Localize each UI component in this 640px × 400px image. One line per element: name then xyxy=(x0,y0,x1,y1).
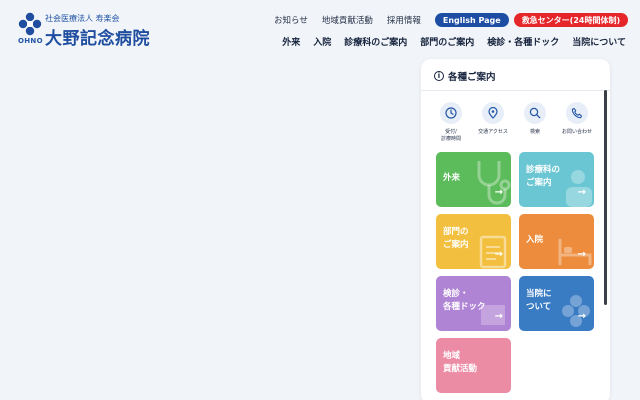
main-nav: 外来 入院 診療科のご案内 部門のご案内 検診・各種ドック 当院について xyxy=(269,35,626,48)
tile-label: 当院に ついて xyxy=(526,289,552,312)
logo-english: OHNO xyxy=(18,37,43,45)
nav-checkup[interactable]: 検診・各種ドック xyxy=(487,35,559,48)
logo-corporation: 社会医療法人 寿楽会 xyxy=(45,14,120,23)
nav-inpatient[interactable]: 入院 xyxy=(313,35,331,48)
logo-mark-icon xyxy=(18,12,42,36)
arrow-right-icon: → xyxy=(494,311,503,322)
stethoscope-icon xyxy=(477,161,511,205)
tile-community[interactable]: 地域 貢献活動 xyxy=(436,338,511,393)
logo-hospital-name: 大野記念病院 xyxy=(45,29,150,49)
tile-label: 検診・ 各種ドック xyxy=(443,289,486,312)
bed-icon xyxy=(558,239,592,265)
nav-departments[interactable]: 診療科のご案内 xyxy=(344,35,407,48)
tile-label: 地域 貢献活動 xyxy=(443,351,478,374)
nav-outpatient[interactable]: 外来 xyxy=(282,35,300,48)
panel-scrollbar[interactable] xyxy=(604,90,607,305)
hospital-logo[interactable]: OHNO 社会医療法人 寿楽会 大野記念病院 xyxy=(18,12,158,52)
phone-icon xyxy=(566,102,588,124)
english-page-button[interactable]: English Page xyxy=(434,13,509,27)
quick-link-label: お問い合わせ xyxy=(561,129,592,135)
tile-checkup[interactable]: 検診・ 各種ドック → xyxy=(436,276,511,331)
tile-label: 外来 xyxy=(443,173,461,183)
quick-link-access[interactable]: 交通アクセス xyxy=(473,102,513,142)
news-link[interactable]: お知らせ xyxy=(274,14,308,26)
quick-link-label: 受付/ 診療時間 xyxy=(440,129,461,142)
search-icon xyxy=(524,102,546,124)
quick-links: 受付/ 診療時間 交通アクセス 検索 お問い合わせ xyxy=(431,102,597,142)
arrow-right-icon: → xyxy=(577,187,586,198)
quick-link-label: 検索 xyxy=(529,129,540,135)
guide-panel: i 各種ご案内 受付/ 診療時間 交通アクセス 検索 お問い合わせ 外来 → 診… xyxy=(421,59,610,400)
panel-divider xyxy=(421,90,610,91)
tile-inpatient[interactable]: 入院 → xyxy=(519,214,594,269)
recruit-link[interactable]: 採用情報 xyxy=(387,14,421,26)
tile-divisions[interactable]: 部門の ご案内 → xyxy=(436,214,511,269)
arrow-right-icon: → xyxy=(494,187,503,198)
info-icon: i xyxy=(434,71,444,81)
quick-link-hours[interactable]: 受付/ 診療時間 xyxy=(431,102,471,142)
tile-about[interactable]: 当院に ついて → xyxy=(519,276,594,331)
community-link[interactable]: 地域貢献活動 xyxy=(322,14,373,26)
doctor-icon xyxy=(566,170,592,207)
tile-label: 入院 xyxy=(526,235,544,245)
panel-title: 各種ご案内 xyxy=(448,72,496,83)
panel-header: i 各種ご案内 xyxy=(434,69,496,83)
quick-link-search[interactable]: 検索 xyxy=(515,102,555,142)
tile-departments[interactable]: 診療科の ご案内 → xyxy=(519,152,594,207)
logo-watermark-icon xyxy=(562,295,590,327)
clock-icon xyxy=(440,102,462,124)
emergency-center-button[interactable]: 救急センター(24時間体制) xyxy=(513,13,629,27)
arrow-right-icon: → xyxy=(494,249,503,260)
tile-label: 部門の ご案内 xyxy=(443,227,469,250)
nav-about[interactable]: 当院について xyxy=(572,35,626,48)
nav-divisions[interactable]: 部門のご案内 xyxy=(420,35,474,48)
utility-nav: お知らせ 地域貢献活動 採用情報 English Page 救急センター(24時… xyxy=(274,13,629,27)
arrow-right-icon: → xyxy=(577,249,586,260)
map-pin-icon xyxy=(482,102,504,124)
arrow-right-icon: → xyxy=(577,311,586,322)
quick-link-contact[interactable]: お問い合わせ xyxy=(557,102,597,142)
tile-label: 診療科の ご案内 xyxy=(526,165,561,188)
quick-link-label: 交通アクセス xyxy=(478,129,508,135)
tile-outpatient[interactable]: 外来 → xyxy=(436,152,511,207)
